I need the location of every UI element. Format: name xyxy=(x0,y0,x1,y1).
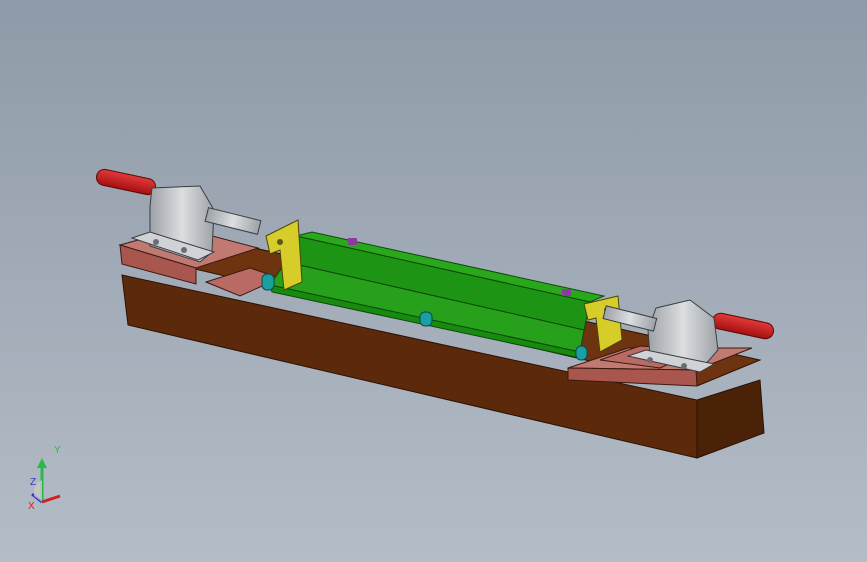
left-clamp-bolt-2 xyxy=(181,247,187,253)
z-axis-label: Z xyxy=(30,477,37,488)
graphics-viewport[interactable]: Y Z X xyxy=(0,0,867,562)
right-clamp-bolt-1 xyxy=(647,357,653,363)
x-axis-label: X xyxy=(28,501,35,512)
locating-pin[interactable] xyxy=(419,311,433,327)
coordinate-triad[interactable]: Y Z X xyxy=(24,440,84,520)
fixture-model-view[interactable] xyxy=(0,0,867,562)
locating-pin[interactable] xyxy=(261,273,275,291)
left-bracket-hole xyxy=(277,239,283,245)
marker-block[interactable] xyxy=(348,238,357,245)
left-clamp-bolt-1 xyxy=(153,239,159,245)
x-axis-line xyxy=(41,494,61,504)
marker-block[interactable] xyxy=(562,289,571,296)
right-clamp-bolt-2 xyxy=(681,363,687,369)
y-axis-label: Y xyxy=(54,445,61,456)
locating-pin[interactable] xyxy=(575,345,588,361)
y-axis-arrow xyxy=(37,458,47,468)
